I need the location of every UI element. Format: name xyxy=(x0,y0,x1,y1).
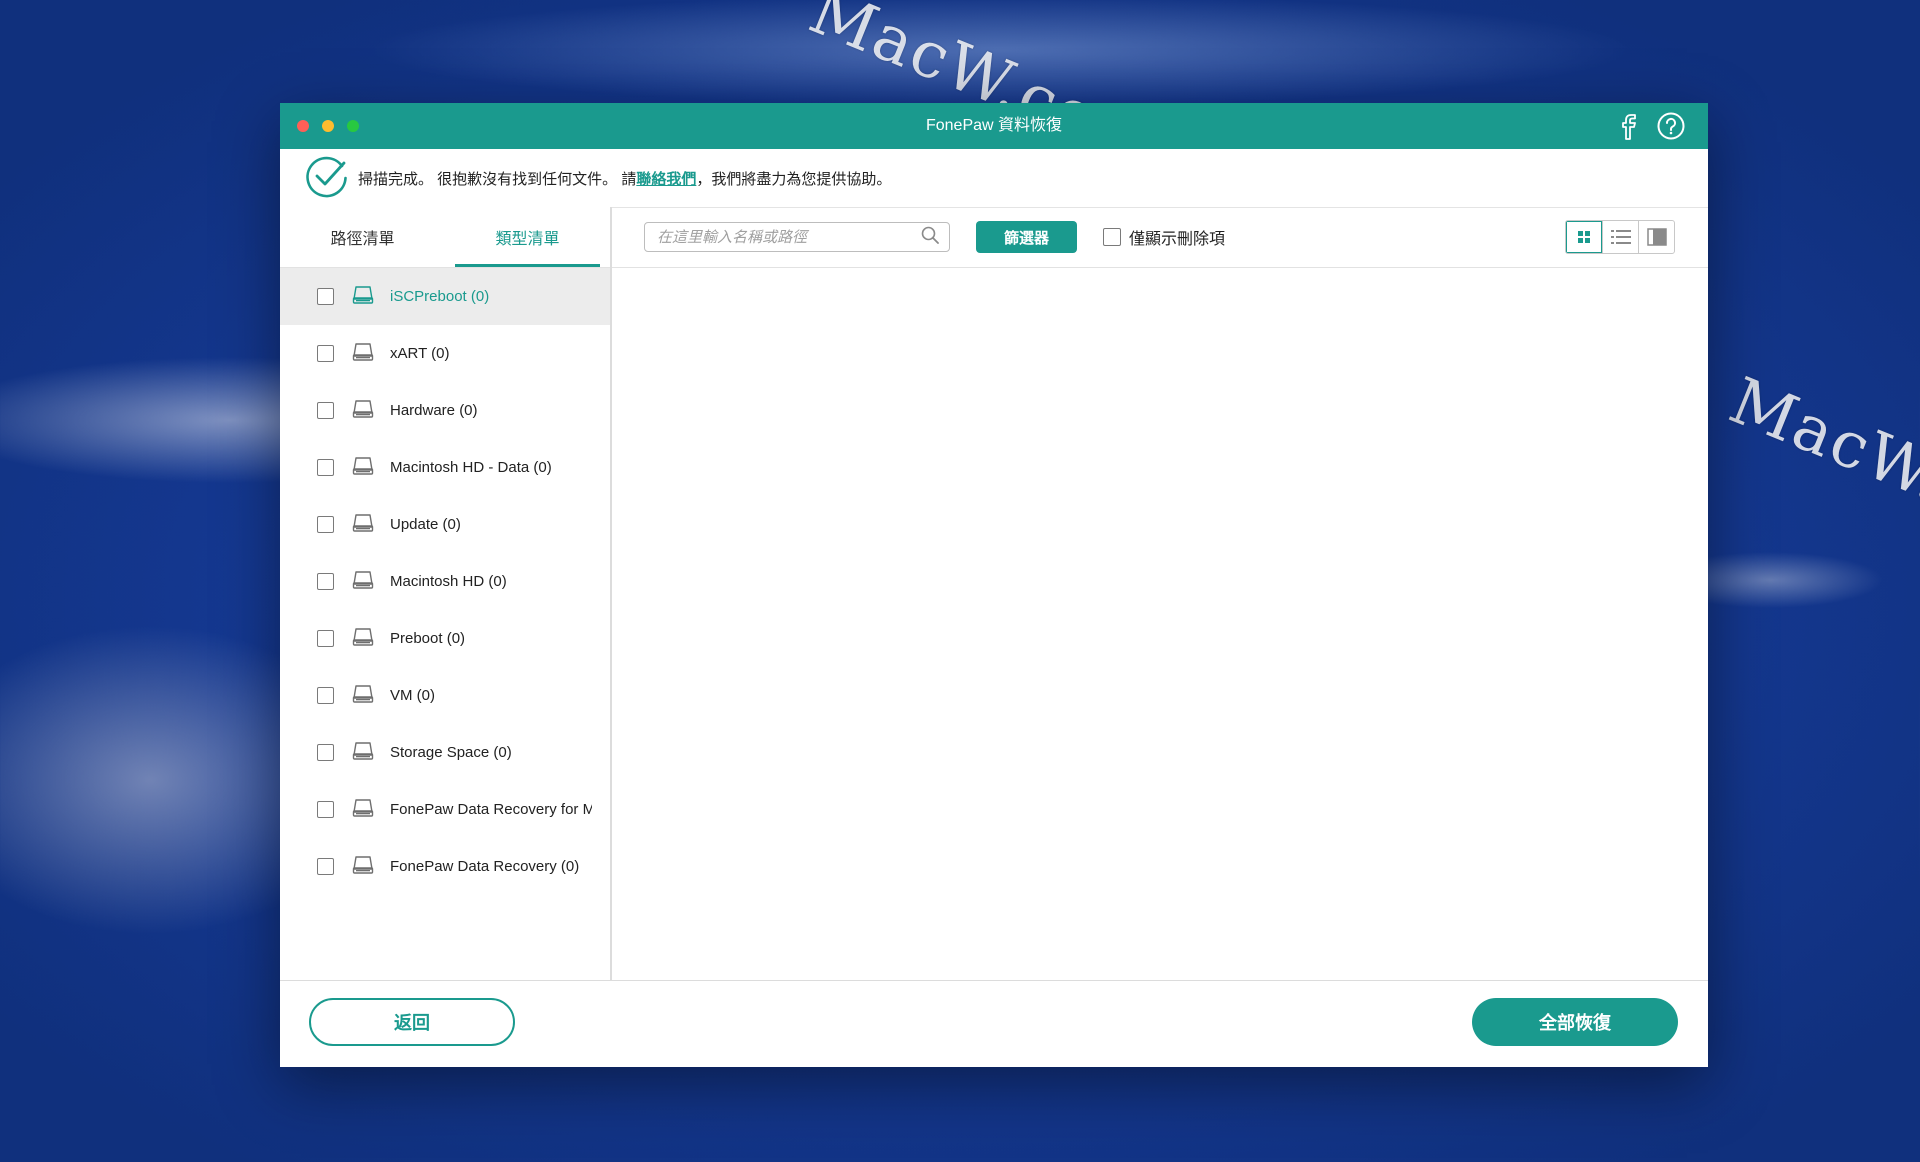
volume-checkbox[interactable] xyxy=(317,516,334,533)
search-box xyxy=(644,222,950,252)
drive-icon xyxy=(352,741,374,765)
drive-icon xyxy=(352,855,374,879)
back-button[interactable]: 返回 xyxy=(309,998,515,1046)
tab-type-list[interactable]: 類型清單 xyxy=(445,207,610,267)
check-circle-icon xyxy=(304,153,350,203)
drive-icon xyxy=(352,570,374,594)
sidebar-tabs: 路徑清單 類型清單 xyxy=(280,207,610,268)
volume-checkbox[interactable] xyxy=(317,402,334,419)
volume-label: xART (0) xyxy=(390,345,450,362)
watermark: MacW.com xyxy=(1719,364,1920,570)
title-bar: FonePaw 資料恢復 xyxy=(280,103,1708,149)
deleted-only-label: 僅顯示刪除項 xyxy=(1129,231,1226,248)
volume-checkbox[interactable] xyxy=(317,345,334,362)
filter-button[interactable]: 篩選器 xyxy=(976,221,1077,253)
volume-item[interactable]: iSCPreboot (0) xyxy=(280,268,610,325)
window-title: FonePaw 資料恢復 xyxy=(925,117,1063,134)
volume-label: iSCPreboot (0) xyxy=(390,288,490,305)
volume-item[interactable]: xART (0) xyxy=(280,325,610,382)
volume-item[interactable]: FonePaw Data Recovery for M xyxy=(280,781,610,838)
volume-checkbox[interactable] xyxy=(317,858,334,875)
scan-result-notice: 掃描完成。 很抱歉沒有找到任何文件。 請聯絡我們 ，我們將盡力為您提供協助。 xyxy=(280,149,1708,208)
drive-icon xyxy=(352,456,374,480)
drive-icon xyxy=(352,342,374,366)
drive-icon xyxy=(352,684,374,708)
volume-checkbox[interactable] xyxy=(317,630,334,647)
volume-item[interactable]: Update (0) xyxy=(280,496,610,553)
contact-us-link[interactable]: 聯絡我們 xyxy=(636,168,696,189)
volume-label: Storage Space (0) xyxy=(390,744,512,761)
volume-item[interactable]: Preboot (0) xyxy=(280,610,610,667)
view-mode-switch xyxy=(1565,220,1675,254)
help-icon[interactable] xyxy=(1656,111,1686,141)
volume-item[interactable]: Hardware (0) xyxy=(280,382,610,439)
toolbar: 篩選器 僅顯示刪除項 xyxy=(612,207,1708,268)
drive-icon xyxy=(352,627,374,651)
volume-checkbox[interactable] xyxy=(317,687,334,704)
facebook-icon[interactable] xyxy=(1618,112,1638,140)
volume-checkbox[interactable] xyxy=(317,801,334,818)
volume-list: iSCPreboot (0) xART (0) Hardware (0) Macint… xyxy=(280,268,610,895)
volume-label: Preboot (0) xyxy=(390,630,466,647)
title-bar-icons xyxy=(1618,111,1686,141)
notice-text-suffix: ，我們將盡力為您提供協助。 xyxy=(696,170,892,188)
tab-path-list[interactable]: 路徑清單 xyxy=(280,207,445,267)
column-view-icon xyxy=(1646,228,1667,246)
grid-view-button[interactable] xyxy=(1566,221,1602,253)
volume-label: FonePaw Data Recovery (0) xyxy=(390,858,580,875)
list-view-icon xyxy=(1610,230,1631,244)
deleted-only-toggle[interactable]: 僅顯示刪除項 xyxy=(1103,225,1225,249)
search-icon[interactable] xyxy=(921,226,939,248)
grid-view-icon xyxy=(1578,231,1590,243)
volume-item[interactable]: Macintosh HD - Data (0) xyxy=(280,439,610,496)
drive-icon xyxy=(352,798,374,822)
recover-all-button[interactable]: 全部恢復 xyxy=(1472,998,1678,1046)
content-pane: 篩選器 僅顯示刪除項 xyxy=(612,207,1708,981)
footer: 返回 全部恢復 xyxy=(280,980,1708,1067)
deleted-only-checkbox[interactable] xyxy=(1103,228,1121,246)
column-view-button[interactable] xyxy=(1638,221,1674,253)
volume-checkbox[interactable] xyxy=(317,744,334,761)
volume-checkbox[interactable] xyxy=(317,459,334,476)
volume-label: Macintosh HD - Data (0) xyxy=(390,459,552,476)
drive-icon xyxy=(352,513,374,537)
volume-item[interactable]: Storage Space (0) xyxy=(280,724,610,781)
volume-item[interactable]: Macintosh HD (0) xyxy=(280,553,610,610)
volume-item[interactable]: VM (0) xyxy=(280,667,610,724)
sidebar: 路徑清單 類型清單 iSCPreboot (0) xART (0) Hardware… xyxy=(280,207,612,981)
volume-label: Macintosh HD (0) xyxy=(390,573,507,590)
volume-label: VM (0) xyxy=(390,687,435,704)
search-input[interactable] xyxy=(655,227,921,247)
volume-label: Hardware (0) xyxy=(390,402,478,419)
volume-label: FonePaw Data Recovery for M xyxy=(390,801,592,818)
volume-item[interactable]: FonePaw Data Recovery (0) xyxy=(280,838,610,895)
main-area: 路徑清單 類型清單 iSCPreboot (0) xART (0) Hardware… xyxy=(280,207,1708,981)
notice-text: 掃描完成。 很抱歉沒有找到任何文件。 請 xyxy=(358,170,637,188)
volume-checkbox[interactable] xyxy=(317,288,334,305)
list-view-button[interactable] xyxy=(1602,221,1638,253)
app-window: FonePaw 資料恢復 掃描完成。 很抱歉沒有找到任何文件。 請聯絡我們 ，我們… xyxy=(280,103,1708,1067)
volume-checkbox[interactable] xyxy=(317,573,334,590)
drive-icon xyxy=(352,399,374,423)
volume-label: Update (0) xyxy=(390,516,461,533)
drive-icon xyxy=(352,285,374,309)
